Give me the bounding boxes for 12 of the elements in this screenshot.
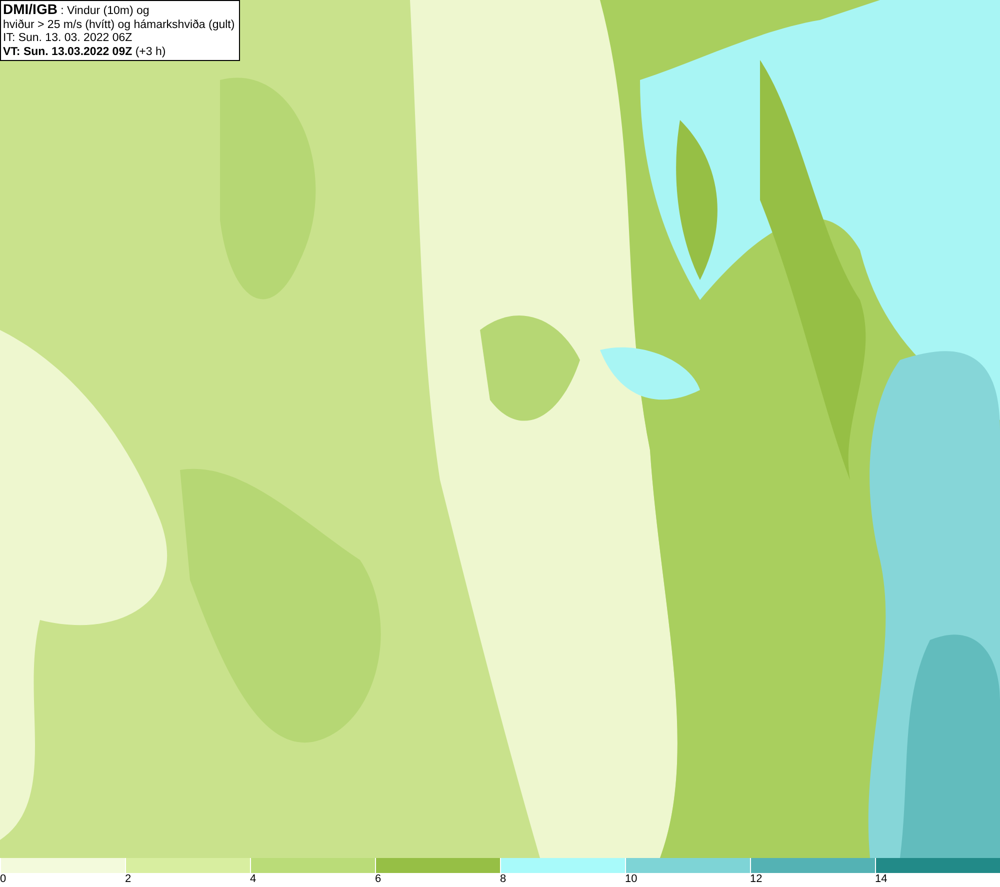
info-text: VT: Sun. 13.03.2022 09Z (+3 h) [3, 46, 167, 59]
info-text: IT: Sun. 13. 03. 2022 06Z [3, 32, 134, 46]
legend-label: 0 [0, 873, 6, 886]
legend-label: 4 [250, 873, 256, 886]
legend-label: 6 [375, 873, 382, 886]
info-text: hviður > 25 m/s (hvítt) og hámarkshviða (gult) [3, 18, 235, 32]
legend-label: 2 [125, 873, 132, 886]
legend-label: 14 [875, 873, 888, 886]
info-text: DMI/IGB : Vindur (10m) og [3, 3, 150, 18]
legend-label: 12 [750, 873, 762, 886]
legend-label: 8 [500, 873, 506, 886]
legend-label: 10 [625, 873, 638, 886]
